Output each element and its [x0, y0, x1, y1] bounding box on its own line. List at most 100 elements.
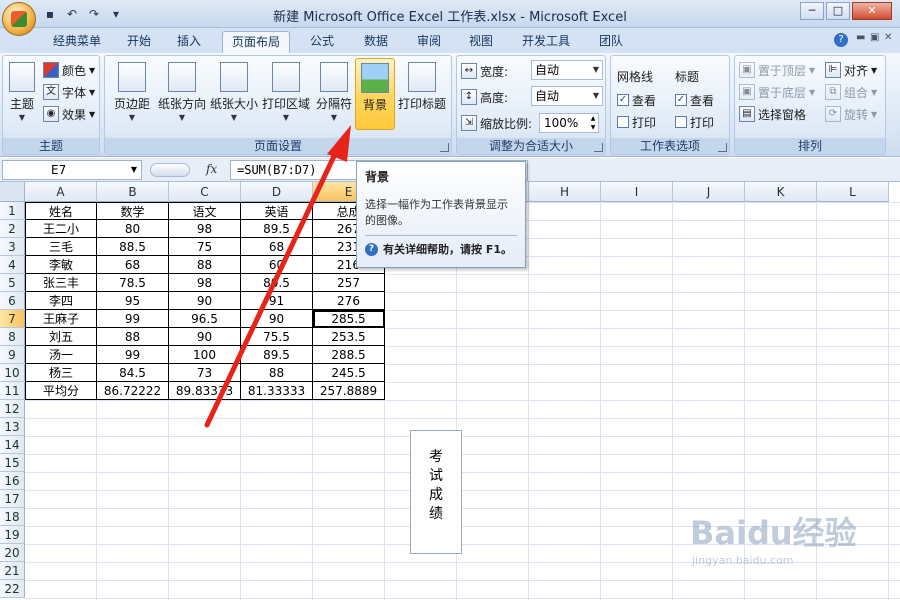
name-box[interactable]: E7 ▼: [2, 160, 142, 180]
row-header-18[interactable]: 18: [0, 508, 25, 526]
row-header-3[interactable]: 3: [0, 238, 25, 256]
breaks-button[interactable]: 分隔符 ▼: [313, 58, 355, 130]
close-workbook-icon[interactable]: ✕: [884, 32, 892, 43]
gridlines-view-checkbox[interactable]: ✓ 查看: [617, 89, 656, 111]
office-button[interactable]: [2, 2, 36, 36]
cell-e9[interactable]: 288.5: [313, 346, 385, 364]
cell-e11[interactable]: 257.8889: [313, 382, 385, 400]
cell-d8[interactable]: 75.5: [241, 328, 313, 346]
cell-d6[interactable]: 91: [241, 292, 313, 310]
text-box[interactable]: 考 试 成 绩: [410, 430, 462, 554]
cell-d4[interactable]: 60: [241, 256, 313, 274]
effects-button[interactable]: ◉ 效果 ▼: [43, 103, 95, 125]
cell-a5[interactable]: 张三丰: [25, 274, 97, 292]
row-header-22[interactable]: 22: [0, 580, 25, 598]
cell-c3[interactable]: 75: [169, 238, 241, 256]
spinner-arrows-icon[interactable]: ▲ ▼: [588, 114, 598, 132]
background-button[interactable]: 背景: [355, 58, 395, 130]
cell-b4[interactable]: 68: [97, 256, 169, 274]
cell-b10[interactable]: 84.5: [97, 364, 169, 382]
cell-e8[interactable]: 253.5: [313, 328, 385, 346]
chevron-down-icon[interactable]: ▼: [127, 161, 141, 179]
cell-c4[interactable]: 88: [169, 256, 241, 274]
row-header-9[interactable]: 9: [0, 346, 25, 364]
column-header-i[interactable]: I: [601, 182, 673, 202]
cell-c6[interactable]: 90: [169, 292, 241, 310]
tab-review[interactable]: 审阅: [408, 31, 450, 53]
column-header-l[interactable]: L: [817, 182, 889, 202]
cell-a4[interactable]: 李敏: [25, 256, 97, 274]
margins-button[interactable]: 页边距 ▼: [109, 58, 155, 130]
cell-b11[interactable]: 86.72222: [97, 382, 169, 400]
close-button[interactable]: ✕: [852, 2, 892, 20]
cell-c2[interactable]: 98: [169, 220, 241, 238]
cell-c7[interactable]: 96.5: [169, 310, 241, 328]
cell-c8[interactable]: 90: [169, 328, 241, 346]
cell-b9[interactable]: 99: [97, 346, 169, 364]
cell-b8[interactable]: 88: [97, 328, 169, 346]
cell-d7[interactable]: 90: [241, 310, 313, 328]
insert-function-icon[interactable]: fx: [206, 162, 217, 176]
row-header-17[interactable]: 17: [0, 490, 25, 508]
row-header-1[interactable]: 1: [0, 202, 25, 220]
cell-b6[interactable]: 95: [97, 292, 169, 310]
help-icon[interactable]: ?: [834, 33, 848, 47]
cell-b7[interactable]: 99: [97, 310, 169, 328]
column-header-a[interactable]: A: [25, 182, 97, 202]
row-header-10[interactable]: 10: [0, 364, 25, 382]
headings-view-checkbox[interactable]: ✓ 查看: [675, 89, 714, 111]
cell-a3[interactable]: 三毛: [25, 238, 97, 256]
tab-developer[interactable]: 开发工具: [512, 31, 580, 53]
cell-c9[interactable]: 100: [169, 346, 241, 364]
rotate-button[interactable]: ⟳ 旋转 ▼: [825, 103, 877, 125]
send-backward-button[interactable]: ▣ 置于底层 ▼: [739, 81, 815, 103]
cell-e5[interactable]: 257: [313, 274, 385, 292]
cell-e6[interactable]: 276: [313, 292, 385, 310]
column-header-k[interactable]: K: [745, 182, 817, 202]
orientation-button[interactable]: 纸张方向 ▼: [157, 58, 207, 130]
selection-pane-button[interactable]: ▤ 选择窗格: [739, 103, 806, 125]
column-header-d[interactable]: D: [241, 182, 313, 202]
column-header-b[interactable]: B: [97, 182, 169, 202]
row-header-19[interactable]: 19: [0, 526, 25, 544]
cell-a7[interactable]: 王麻子: [25, 310, 97, 328]
tab-team[interactable]: 团队: [590, 31, 632, 53]
page-setup-launcher-icon[interactable]: [440, 143, 449, 152]
minimize-button[interactable]: ─: [800, 2, 824, 20]
cell-d10[interactable]: 88: [241, 364, 313, 382]
cell-d1[interactable]: 英语: [241, 202, 313, 220]
cell-d3[interactable]: 68: [241, 238, 313, 256]
row-header-20[interactable]: 20: [0, 544, 25, 562]
cell-b5[interactable]: 78.5: [97, 274, 169, 292]
row-header-11[interactable]: 11: [0, 382, 25, 400]
cell-a6[interactable]: 李四: [25, 292, 97, 310]
tab-formulas[interactable]: 公式: [300, 31, 344, 53]
size-button[interactable]: 纸张大小 ▼: [209, 58, 259, 130]
cell-c11[interactable]: 89.83333: [169, 382, 241, 400]
bring-forward-button[interactable]: ▣ 置于顶层 ▼: [739, 59, 815, 81]
tab-classic-menu[interactable]: 经典菜单: [42, 31, 112, 53]
tab-home[interactable]: 开始: [118, 31, 160, 53]
row-header-8[interactable]: 8: [0, 328, 25, 346]
cell-a10[interactable]: 杨三: [25, 364, 97, 382]
minimize-ribbon-icon[interactable]: ▬: [856, 32, 865, 43]
cell-b3[interactable]: 88.5: [97, 238, 169, 256]
row-header-16[interactable]: 16: [0, 472, 25, 490]
row-header-21[interactable]: 21: [0, 562, 25, 580]
formula-bar-divider-handle[interactable]: [150, 163, 190, 177]
maximize-button[interactable]: □: [826, 2, 850, 20]
group-button[interactable]: ⧉ 组合 ▼: [825, 81, 877, 103]
row-header-13[interactable]: 13: [0, 418, 25, 436]
fonts-button[interactable]: 文 字体 ▼: [43, 81, 95, 103]
cell-c10[interactable]: 73: [169, 364, 241, 382]
headings-print-checkbox[interactable]: 打印: [675, 111, 714, 133]
row-header-2[interactable]: 2: [0, 220, 25, 238]
row-header-15[interactable]: 15: [0, 454, 25, 472]
cell-a8[interactable]: 刘五: [25, 328, 97, 346]
cell-a2[interactable]: 王二小: [25, 220, 97, 238]
row-header-4[interactable]: 4: [0, 256, 25, 274]
select-all-corner[interactable]: [0, 182, 25, 202]
cell-a9[interactable]: 汤一: [25, 346, 97, 364]
cell-e10[interactable]: 245.5: [313, 364, 385, 382]
restore-ribbon-icon[interactable]: ▣: [870, 32, 879, 43]
